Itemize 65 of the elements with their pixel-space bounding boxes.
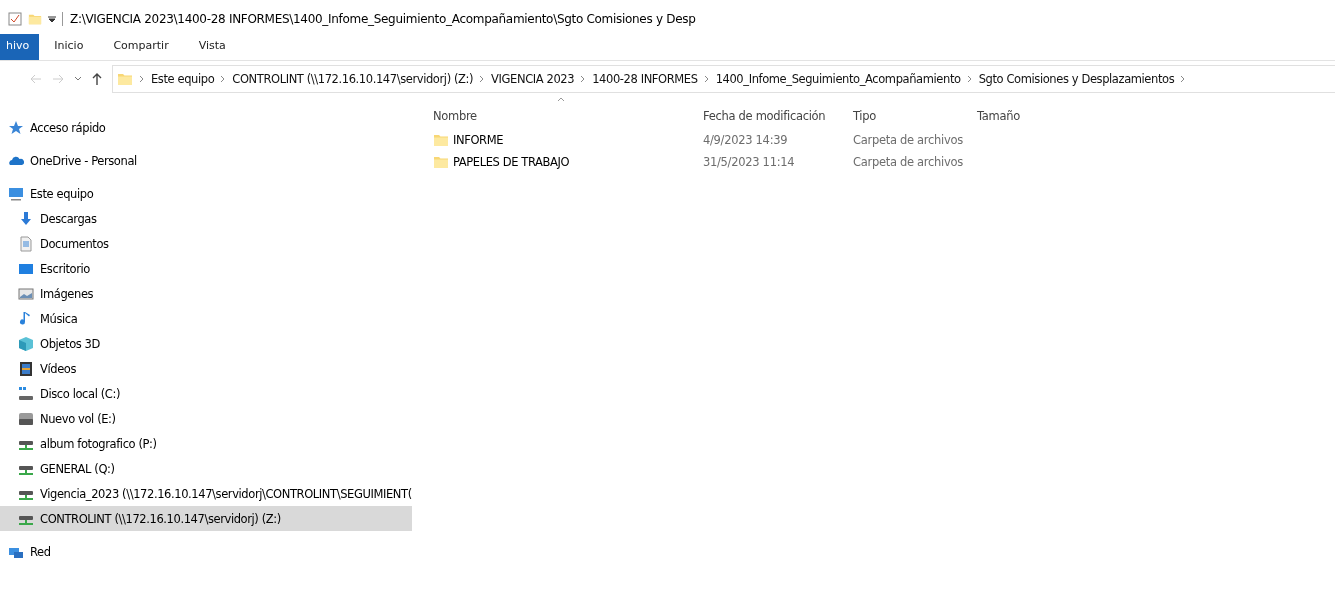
address-bar[interactable]: Este equipo CONTROLINT (\\172.16.10.147\servidorj) (Z:) VIGENCIA 2023 1400-28 INFORMES 1400_Infome_Seguimiento_Acompañamiento Sgto Comisiones y Desplazamientos xyxy=(112,65,1335,93)
document-icon xyxy=(18,235,34,252)
modified-date: 31/5/2023 11:14 xyxy=(703,155,796,169)
chevron-right-icon xyxy=(220,75,227,83)
folder-icon xyxy=(433,132,449,148)
sidebar-item[interactable]: Imágenes xyxy=(0,281,412,306)
file-name[interactable]: INFORME xyxy=(433,132,703,148)
sidebar-item[interactable]: GENERAL (Q:) xyxy=(0,456,412,481)
chevron-right-icon xyxy=(703,75,710,83)
download-icon xyxy=(18,210,34,227)
sidebar-item[interactable]: Documentos xyxy=(0,231,412,256)
sidebar-item[interactable]: Acceso rápido xyxy=(0,115,412,140)
dropdown-icon[interactable] xyxy=(48,15,56,23)
sidebar-item[interactable]: Música xyxy=(0,306,412,331)
ribbon-tab[interactable]: Vista xyxy=(183,34,241,60)
sort-caret-icon xyxy=(557,97,565,102)
cube-icon xyxy=(18,335,34,352)
file-type: Carpeta de archivos xyxy=(853,133,964,147)
sidebar-item[interactable]: Disco local (C:) xyxy=(0,381,412,406)
sidebar-item[interactable]: CONTROLINT (\\172.16.10.147\servidorj) (Z:) xyxy=(0,506,412,531)
computer-icon xyxy=(8,185,24,202)
chevron-right-icon xyxy=(580,75,587,83)
sidebar-item[interactable]: Vigencia_2023 (\\172.16.10.147\servidorj\CONTROLINT\SEGUIMIENT( xyxy=(0,481,412,506)
breadcrumb[interactable]: Este equipo xyxy=(151,72,215,86)
caret-icon[interactable] xyxy=(74,76,82,82)
file-type: Carpeta de archivos xyxy=(853,155,964,169)
disk-drive-icon xyxy=(18,410,34,427)
folder-icon xyxy=(117,71,133,87)
title-divider xyxy=(62,12,64,26)
sidebar-item[interactable]: Este equipo xyxy=(0,181,412,206)
sidebar-item[interactable]: Objetos 3D xyxy=(0,331,412,356)
sidebar-item[interactable]: OneDrive - Personal xyxy=(0,148,412,173)
file-name[interactable]: PAPELES DE TRABAJO xyxy=(433,154,703,170)
sidebar-item[interactable]: Red xyxy=(0,539,412,564)
column-header[interactable]: Fecha de modificación xyxy=(703,109,853,123)
chevron-right-icon xyxy=(139,75,145,83)
folder-icon xyxy=(433,154,449,170)
sidebar-item[interactable]: Vídeos xyxy=(0,356,412,381)
system-disk-icon xyxy=(18,385,34,402)
folder-icon xyxy=(28,12,42,26)
sidebar-item[interactable]: album fotografico (P:) xyxy=(0,431,412,456)
breadcrumb[interactable]: CONTROLINT (\\172.16.10.147\servidorj) (Z:) xyxy=(232,72,474,86)
chevron-right-icon xyxy=(1180,75,1187,83)
star-icon xyxy=(8,119,24,136)
ribbon-tab[interactable]: hivo xyxy=(0,34,40,60)
breadcrumb[interactable]: VIGENCIA 2023 xyxy=(491,72,575,86)
column-header[interactable]: Nombre xyxy=(433,109,703,123)
modified-date: 4/9/2023 14:39 xyxy=(703,133,789,147)
chevron-right-icon xyxy=(479,75,486,83)
sidebar-item[interactable]: Nuevo vol (E:) xyxy=(0,406,412,431)
breadcrumb[interactable]: 1400-28 INFORMES xyxy=(592,72,698,86)
window-title: Z:\VIGENCIA 2023\1400-28 INFORMES\1400_Infome_Seguimiento_Acompañamiento\Sgto Comisiones y Desp xyxy=(70,12,696,26)
chevron-right-icon xyxy=(966,75,973,83)
breadcrumb[interactable]: Sgto Comisiones y Desplazamientos xyxy=(978,72,1175,86)
properties-icon[interactable] xyxy=(8,12,22,26)
up-arrow-icon[interactable] xyxy=(92,73,102,85)
breadcrumb[interactable]: 1400_Infome_Seguimiento_Acompañamiento xyxy=(715,72,961,86)
pictures-icon xyxy=(18,285,34,302)
sidebar-item[interactable]: Escritorio xyxy=(0,256,412,281)
column-header[interactable]: Tipo xyxy=(853,109,977,123)
film-icon xyxy=(18,360,34,377)
ribbon-tab[interactable]: Inicio xyxy=(39,34,99,60)
column-header[interactable]: Tamaño xyxy=(977,109,1077,123)
ribbon-tab[interactable]: Compartir xyxy=(98,34,184,60)
sidebar-item[interactable]: Descargas xyxy=(0,206,412,231)
